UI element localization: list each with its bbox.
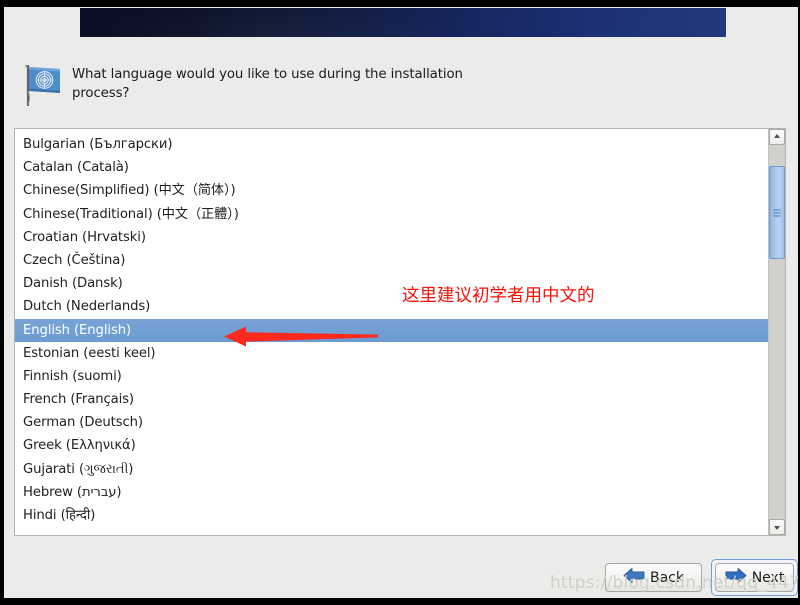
language-list-item[interactable]: Hebrew (עברית) (15, 481, 768, 504)
scrollbar-thumb[interactable] (769, 166, 785, 259)
banner-sheen (80, 8, 726, 37)
language-list-item[interactable]: Bulgarian (Български) (15, 133, 768, 156)
title-banner (80, 8, 726, 37)
language-list-item[interactable]: Danish (Dansk) (15, 272, 768, 295)
language-list-item[interactable]: Chinese(Simplified) (中文（简体）) (15, 179, 768, 202)
chevron-up-icon (774, 134, 780, 138)
scroll-up-button[interactable] (769, 129, 785, 145)
installer-screen: What language would you like to use duri… (0, 0, 800, 605)
scrollbar-grip-icon (773, 207, 781, 218)
scroll-down-button[interactable] (769, 519, 785, 535)
language-list-item[interactable]: Czech (Čeština) (15, 249, 768, 272)
watermark: https://blog.csdn.net/qq_44750380 (550, 573, 798, 593)
language-list-item[interactable]: Chinese(Traditional) (中文（正體）) (15, 203, 768, 226)
language-listbox[interactable]: Bulgarian (Български) Catalan (Català) Chi… (14, 128, 786, 536)
language-list-item[interactable]: Greek (Ελληνικά) (15, 434, 768, 457)
language-list-item[interactable]: German (Deutsch) (15, 411, 768, 434)
language-list-item[interactable]: Croatian (Hrvatski) (15, 226, 768, 249)
language-list-item[interactable]: Gujarati (ગુજરાતી) (15, 458, 768, 481)
language-list-item[interactable]: English (English) (15, 318, 768, 342)
vertical-scrollbar[interactable] (768, 129, 785, 535)
prompt-row: What language would you like to use duri… (16, 60, 776, 116)
installer-page: What language would you like to use duri… (4, 7, 798, 598)
chevron-down-icon (774, 526, 780, 530)
annotation-text: 这里建议初学者用中文的 (402, 286, 595, 306)
language-list[interactable]: Bulgarian (Български) Catalan (Català) Chi… (15, 129, 768, 535)
language-list-item[interactable]: Estonian (eesti keel) (15, 342, 768, 365)
language-list-item[interactable]: Finnish (suomi) (15, 365, 768, 388)
annotation-arrow-icon (220, 323, 380, 349)
prompt-text: What language would you like to use duri… (72, 67, 463, 101)
language-list-item[interactable]: Catalan (Català) (15, 156, 768, 179)
language-list-item[interactable]: Hindi (हिन्दी) (15, 504, 768, 527)
language-list-item[interactable]: Dutch (Nederlands) (15, 295, 768, 318)
language-flag-icon (20, 62, 64, 108)
language-list-item[interactable]: French (Français) (15, 388, 768, 411)
